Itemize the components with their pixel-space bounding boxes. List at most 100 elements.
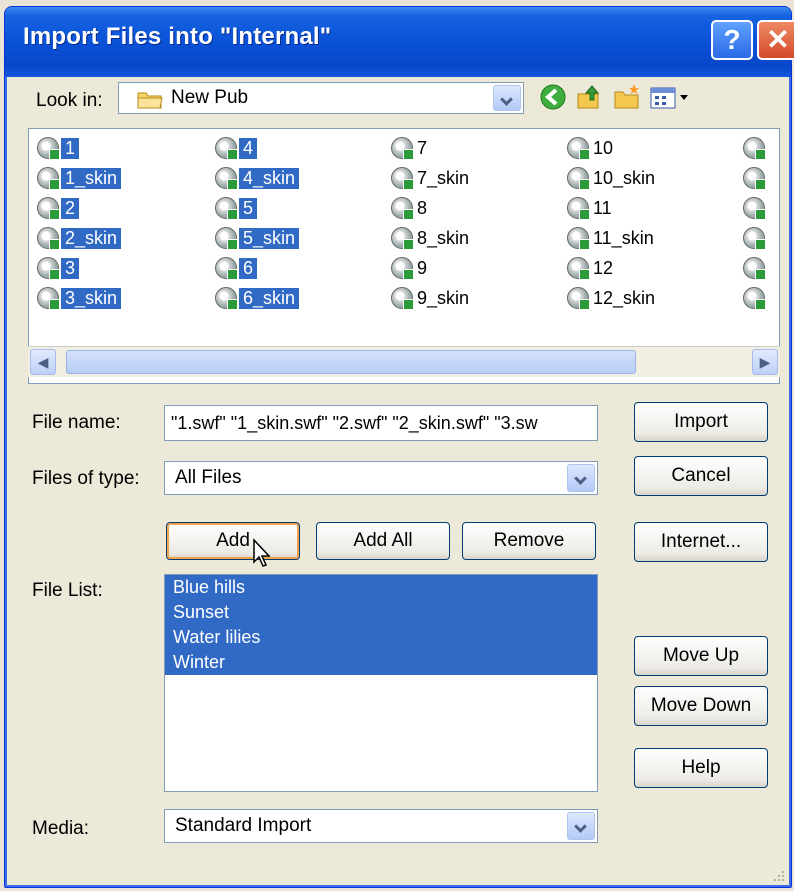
title-bar[interactable]: Import Files into "Internal" ? ✕ bbox=[5, 7, 794, 77]
file-item[interactable]: 9_skin bbox=[391, 285, 471, 311]
internet-button[interactable]: Internet... bbox=[634, 522, 768, 562]
file-item[interactable] bbox=[743, 165, 767, 191]
file-item[interactable]: 8 bbox=[391, 195, 429, 221]
file-item[interactable]: 7 bbox=[391, 135, 429, 161]
file-list-box[interactable]: Blue hills Sunset Water lilies Winter bbox=[164, 574, 598, 792]
file-item[interactable]: 12_skin bbox=[567, 285, 657, 311]
file-item-name: 10_skin bbox=[593, 167, 656, 188]
add-all-button[interactable]: Add All bbox=[316, 522, 450, 560]
new-folder-icon[interactable] bbox=[612, 82, 642, 112]
swf-file-icon bbox=[391, 287, 414, 310]
file-item[interactable]: 4 bbox=[215, 135, 258, 161]
file-item[interactable] bbox=[743, 255, 767, 281]
file-item-name: 11_skin bbox=[593, 227, 654, 248]
look-in-combo[interactable]: New Pub bbox=[118, 82, 524, 114]
swf-file-icon bbox=[391, 257, 414, 280]
file-item-name: 11 bbox=[593, 197, 612, 218]
file-item-name: 9_skin bbox=[417, 287, 470, 308]
chevron-down-icon[interactable] bbox=[567, 464, 595, 492]
media-combo[interactable]: Standard Import bbox=[164, 809, 598, 843]
file-item[interactable]: 10_skin bbox=[567, 165, 657, 191]
file-item[interactable] bbox=[743, 285, 767, 311]
swf-file-icon bbox=[37, 257, 60, 280]
file-list-label: File List: bbox=[32, 580, 103, 601]
file-item[interactable]: 6 bbox=[215, 255, 258, 281]
file-list-item[interactable]: Sunset bbox=[165, 600, 597, 625]
view-menu-icon[interactable] bbox=[648, 82, 692, 112]
scroll-right-icon[interactable]: ▶ bbox=[752, 349, 778, 375]
file-item-name: 8 bbox=[417, 197, 428, 218]
file-name-field[interactable]: "1.swf" "1_skin.swf" "2.swf" "2_skin.swf… bbox=[164, 405, 598, 441]
folder-icon bbox=[137, 92, 163, 109]
file-item[interactable]: 2_skin bbox=[37, 225, 122, 251]
horizontal-scrollbar[interactable]: ◀ ▶ bbox=[28, 346, 780, 377]
help-button[interactable]: Help bbox=[634, 748, 768, 788]
file-item-name: 7 bbox=[417, 137, 428, 158]
swf-file-icon bbox=[743, 167, 766, 190]
file-item[interactable]: 3 bbox=[37, 255, 80, 281]
add-button[interactable]: Add bbox=[166, 522, 300, 560]
swf-file-icon bbox=[215, 167, 238, 190]
files-of-type-combo[interactable]: All Files bbox=[164, 461, 598, 495]
cancel-button[interactable]: Cancel bbox=[634, 456, 768, 496]
swf-file-icon bbox=[391, 137, 414, 160]
swf-file-icon bbox=[37, 287, 60, 310]
chevron-down-icon[interactable] bbox=[567, 812, 595, 840]
media-label: Media: bbox=[32, 818, 90, 839]
file-item[interactable]: 11 bbox=[567, 195, 614, 221]
remove-button[interactable]: Remove bbox=[462, 522, 596, 560]
file-item[interactable]: 1 bbox=[37, 135, 80, 161]
back-icon[interactable] bbox=[538, 82, 568, 112]
scroll-thumb[interactable] bbox=[66, 350, 636, 374]
up-folder-icon[interactable] bbox=[574, 82, 604, 112]
chevron-down-icon[interactable] bbox=[493, 85, 521, 111]
file-name-value: "1.swf" "1_skin.swf" "2.swf" "2_skin.swf… bbox=[171, 413, 538, 433]
file-item[interactable]: 8_skin bbox=[391, 225, 471, 251]
help-title-button[interactable]: ? bbox=[711, 20, 753, 60]
swf-file-icon bbox=[37, 227, 60, 250]
close-button[interactable]: ✕ bbox=[757, 20, 794, 60]
file-item[interactable]: 1_skin bbox=[37, 165, 122, 191]
file-name-label: File name: bbox=[32, 412, 121, 433]
file-item[interactable] bbox=[743, 225, 767, 251]
file-item[interactable]: 10 bbox=[567, 135, 615, 161]
scroll-left-icon[interactable]: ◀ bbox=[30, 349, 56, 375]
file-item[interactable]: 7_skin bbox=[391, 165, 471, 191]
file-item[interactable]: 5_skin bbox=[215, 225, 300, 251]
swf-file-icon bbox=[743, 137, 766, 160]
file-item-name: 6_skin bbox=[239, 287, 300, 309]
swf-file-icon bbox=[567, 167, 590, 190]
file-item[interactable]: 6_skin bbox=[215, 285, 300, 311]
files-of-type-label: Files of type: bbox=[32, 468, 140, 489]
file-item-name: 7_skin bbox=[417, 167, 470, 188]
resize-grip-icon[interactable] bbox=[770, 867, 786, 883]
move-down-button[interactable]: Move Down bbox=[634, 686, 768, 726]
file-list-item[interactable]: Blue hills bbox=[165, 575, 597, 600]
swf-file-icon bbox=[215, 287, 238, 310]
file-item[interactable]: 11_skin bbox=[567, 225, 656, 251]
swf-file-icon bbox=[567, 227, 590, 250]
move-up-button[interactable]: Move Up bbox=[634, 636, 768, 676]
file-item[interactable]: 2 bbox=[37, 195, 80, 221]
swf-file-icon bbox=[743, 227, 766, 250]
look-in-label: Look in: bbox=[36, 90, 103, 111]
file-list-item[interactable]: Winter bbox=[165, 650, 597, 675]
file-item[interactable]: 5 bbox=[215, 195, 258, 221]
file-item[interactable]: 12 bbox=[567, 255, 615, 281]
dialog-title: Import Files into "Internal" bbox=[23, 23, 332, 50]
file-item[interactable] bbox=[743, 195, 767, 221]
files-of-type-value: All Files bbox=[175, 467, 242, 488]
swf-file-icon bbox=[215, 197, 238, 220]
file-list-item[interactable]: Water lilies bbox=[165, 625, 597, 650]
file-item[interactable]: 3_skin bbox=[37, 285, 122, 311]
file-item[interactable]: 9 bbox=[391, 255, 429, 281]
mouse-cursor-icon bbox=[253, 538, 271, 567]
file-item-name: 12_skin bbox=[593, 287, 656, 308]
file-item[interactable]: 4_skin bbox=[215, 165, 300, 191]
file-item-name: 9 bbox=[417, 257, 428, 278]
swf-file-icon bbox=[391, 167, 414, 190]
swf-file-icon bbox=[567, 257, 590, 280]
import-button[interactable]: Import bbox=[634, 402, 768, 442]
file-item[interactable] bbox=[743, 135, 767, 161]
swf-file-icon bbox=[567, 197, 590, 220]
